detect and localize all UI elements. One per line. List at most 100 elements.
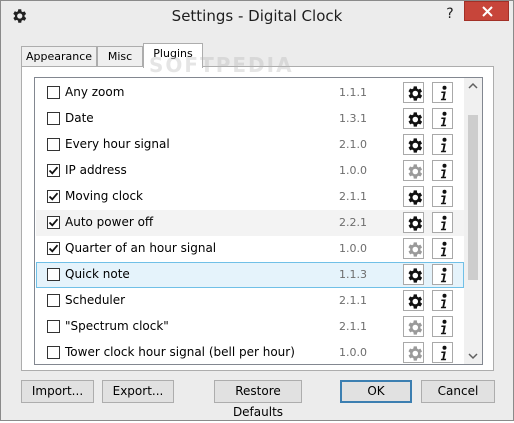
plugin-version: 1.1.1 [339, 86, 367, 99]
plugin-info-button[interactable] [432, 316, 453, 337]
plugin-row[interactable]: Every hour signal 2.1.0 [36, 132, 464, 158]
plugin-info-button[interactable] [432, 212, 453, 233]
close-icon [482, 6, 493, 17]
plugin-enabled-checkbox[interactable] [47, 138, 60, 151]
checkmark-icon [48, 218, 59, 227]
plugin-name: Tower clock hour signal (bell per hour) [65, 345, 295, 359]
close-button[interactable] [464, 1, 509, 21]
plugin-name: "Spectrum clock" [65, 319, 169, 333]
plugin-row[interactable]: "Spectrum clock" 2.1.1 [36, 314, 464, 340]
gear-icon [408, 294, 423, 309]
gear-icon [408, 86, 423, 101]
plugin-row[interactable]: Quick note 1.1.3 [36, 262, 464, 288]
plugin-settings-button[interactable] [403, 238, 424, 259]
plugin-enabled-checkbox[interactable] [47, 86, 60, 99]
plugin-settings-button[interactable] [403, 108, 424, 129]
plugin-info-button[interactable] [432, 342, 453, 363]
plugin-version: 1.0.0 [339, 164, 367, 177]
tab-plugins[interactable]: Plugins [143, 43, 203, 68]
plugin-settings-button[interactable] [403, 82, 424, 103]
settings-window: Settings - Digital Clock ? Appearance Mi… [0, 0, 514, 421]
plugin-enabled-checkbox[interactable] [47, 320, 60, 333]
plugin-info-button[interactable] [432, 134, 453, 155]
plugin-row[interactable]: Date 1.3.1 [36, 106, 464, 132]
vertical-scrollbar[interactable] [464, 78, 482, 364]
plugins-panel: Any zoom 1.1.1 Date 1.3.1 Every hour signal 2… [21, 66, 494, 371]
gear-icon [408, 216, 423, 231]
info-icon [440, 215, 447, 231]
checkmark-icon [48, 244, 59, 253]
checkmark-icon [48, 192, 59, 201]
info-icon [440, 319, 447, 335]
help-button[interactable]: ? [439, 4, 461, 24]
info-icon [440, 189, 447, 205]
checkmark-icon [48, 166, 59, 175]
gear-icon [408, 164, 423, 179]
plugin-settings-button[interactable] [403, 134, 424, 155]
plugin-info-button[interactable] [432, 108, 453, 129]
gear-icon [408, 268, 423, 283]
info-icon [440, 293, 447, 309]
tab-misc[interactable]: Misc [97, 46, 143, 67]
plugin-row[interactable]: Auto power off 2.2.1 [36, 210, 464, 236]
plugin-enabled-checkbox[interactable] [47, 190, 60, 203]
plugin-version: 1.0.0 [339, 346, 367, 359]
plugin-name: Quarter of an hour signal [65, 241, 217, 255]
ok-button[interactable]: OK [340, 380, 412, 403]
plugin-info-button[interactable] [432, 82, 453, 103]
export-button[interactable]: Export... [102, 380, 174, 403]
plugin-settings-button[interactable] [403, 264, 424, 285]
plugin-version: 1.1.3 [339, 268, 367, 281]
plugin-settings-button[interactable] [403, 316, 424, 337]
plugin-row[interactable]: Tower clock hour signal (bell per hour) 1… [36, 340, 464, 364]
import-button[interactable]: Import... [21, 380, 94, 403]
plugin-name: Scheduler [65, 293, 126, 307]
chevron-down-icon [468, 353, 478, 360]
info-icon [440, 111, 447, 127]
plugin-enabled-checkbox[interactable] [47, 294, 60, 307]
plugin-info-button[interactable] [432, 160, 453, 181]
plugin-enabled-checkbox[interactable] [47, 216, 60, 229]
plugin-version: 2.2.1 [339, 216, 367, 229]
scroll-thumb[interactable] [468, 115, 478, 280]
restore-defaults-button[interactable]: Restore Defaults [214, 380, 302, 419]
plugin-row[interactable]: Quarter of an hour signal 1.0.0 [36, 236, 464, 262]
plugin-enabled-checkbox[interactable] [47, 346, 60, 359]
plugin-version: 1.3.1 [339, 112, 367, 125]
plugin-row[interactable]: Scheduler 2.1.1 [36, 288, 464, 314]
gear-icon [408, 138, 423, 153]
plugin-enabled-checkbox[interactable] [47, 242, 60, 255]
plugin-enabled-checkbox[interactable] [47, 268, 60, 281]
cancel-button[interactable]: Cancel [421, 380, 495, 403]
tab-appearance[interactable]: Appearance [21, 46, 97, 67]
plugin-info-button[interactable] [432, 238, 453, 259]
info-icon [440, 163, 447, 179]
scroll-up-button[interactable] [464, 78, 482, 95]
plugin-name: Moving clock [65, 189, 143, 203]
plugin-settings-button[interactable] [403, 290, 424, 311]
plugin-version: 2.1.1 [339, 320, 367, 333]
plugin-settings-button[interactable] [403, 342, 424, 363]
plugin-info-button[interactable] [432, 186, 453, 207]
plugin-version: 2.1.1 [339, 294, 367, 307]
info-icon [440, 137, 447, 153]
plugin-settings-button[interactable] [403, 160, 424, 181]
plugin-version: 2.1.1 [339, 190, 367, 203]
info-icon [440, 85, 447, 101]
plugin-settings-button[interactable] [403, 186, 424, 207]
plugin-enabled-checkbox[interactable] [47, 164, 60, 177]
plugin-info-button[interactable] [432, 290, 453, 311]
info-icon [440, 267, 447, 283]
plugin-settings-button[interactable] [403, 212, 424, 233]
window-title: Settings - Digital Clock [171, 7, 343, 25]
plugin-row[interactable]: Moving clock 2.1.1 [36, 184, 464, 210]
plugin-name: Auto power off [65, 215, 154, 229]
plugin-name: Date [65, 111, 94, 125]
plugin-enabled-checkbox[interactable] [47, 112, 60, 125]
plugin-name: Quick note [65, 267, 130, 281]
scroll-down-button[interactable] [464, 347, 482, 364]
plugin-row[interactable]: IP address 1.0.0 [36, 158, 464, 184]
plugin-info-button[interactable] [432, 264, 453, 285]
title-bar: Settings - Digital Clock ? [1, 1, 513, 31]
plugin-row[interactable]: Any zoom 1.1.1 [36, 80, 464, 106]
